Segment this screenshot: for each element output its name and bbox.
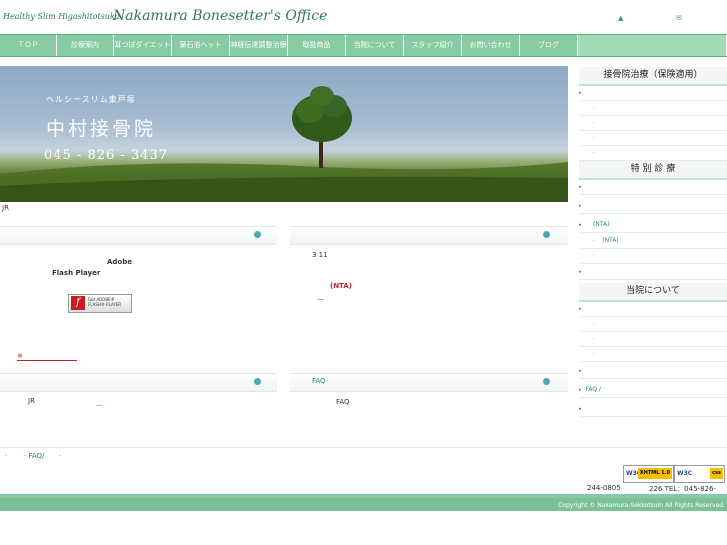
- mail-icon[interactable]: ✉: [676, 14, 682, 22]
- news-date: 3 11: [312, 251, 328, 259]
- w3c-css-badge[interactable]: W3C css: [674, 465, 725, 483]
- nav-ear-diet[interactable]: 耳つぼダイエット: [114, 35, 172, 56]
- sidebar-item[interactable]: ▸: [579, 301, 727, 317]
- flash-text-adobe: Adobe: [107, 258, 132, 266]
- sidebar-item[interactable]: ·: [579, 100, 727, 116]
- hero-tel: 045 - 826 - 3437: [44, 148, 169, 163]
- box-header-faq: FAQ: [290, 373, 568, 392]
- sidebar-nta-label: (NTA): [592, 221, 610, 228]
- nav-top[interactable]: ＴＯＰ: [0, 35, 57, 56]
- sidebar-heading-insurance: 接骨院治療（保険適用）: [579, 67, 727, 86]
- sidebar-item[interactable]: ▸: [579, 198, 727, 214]
- copyright: Copyright © Nakamura-Sekkotsuin All Righ…: [558, 502, 725, 509]
- footer-link[interactable]: ·: [5, 452, 7, 460]
- sidebar-item[interactable]: ▸: [579, 401, 727, 417]
- nav-about[interactable]: 当院について: [346, 35, 404, 56]
- footer-link[interactable]: ·: [59, 452, 61, 460]
- arrow-icon[interactable]: [543, 378, 550, 385]
- arrow-icon[interactable]: [254, 378, 261, 385]
- sidebar-item[interactable]: ·: [579, 248, 727, 264]
- news-nta[interactable]: (NTA): [330, 282, 352, 290]
- w3c-logo-text: W3C: [677, 470, 693, 477]
- sidebar-faq-label: FAQ /: [585, 386, 601, 393]
- nav-nerve-treatment[interactable]: 神経伝達調整治療: [230, 35, 288, 56]
- box-header-access: [0, 373, 277, 392]
- sitemap-icon[interactable]: ▲: [618, 14, 623, 22]
- sidebar-item[interactable]: ·: [579, 346, 727, 362]
- brand-tagline: Healthy Slim Higashitotsuka: [3, 12, 120, 21]
- w3c-xhtml-badge[interactable]: W3C XHTML 1.0: [623, 465, 674, 483]
- arrow-icon[interactable]: [543, 231, 550, 238]
- sidebar-item[interactable]: ▸: [579, 363, 727, 379]
- sidebar-subitem-nta[interactable]: · (NTA): [579, 233, 727, 249]
- sidebar-item[interactable]: ·: [579, 130, 727, 146]
- access-link[interactable]: —: [96, 401, 103, 409]
- sidebar-item[interactable]: ·: [579, 115, 727, 131]
- arrow-icon[interactable]: [254, 231, 261, 238]
- nav-stone-bath[interactable]: 薬石浴ヘット: [172, 35, 230, 56]
- flash-text-player: Flash Player: [52, 269, 101, 277]
- sidebar-subitem-nta-label: (NTA): [602, 237, 619, 244]
- box-header-news: [290, 226, 568, 245]
- nav-blog[interactable]: ブログ: [520, 35, 578, 56]
- hero-subtitle: ヘルシースリム東戸塚: [46, 95, 136, 104]
- nav-staff[interactable]: スタッフ紹介: [404, 35, 462, 56]
- footer-link-faq[interactable]: · FAQ/: [24, 452, 44, 460]
- hero-caption: JR: [2, 204, 9, 212]
- w3c-css-tag: css: [710, 468, 723, 479]
- note-mark: ※: [17, 352, 23, 360]
- hero-image: ヘルシースリム東戸塚 中村接骨院 045 - 826 - 3437: [0, 66, 568, 202]
- flash-badge-line2: FLASH® PLAYER: [88, 302, 122, 307]
- nav-guide[interactable]: 診療案内: [57, 35, 114, 56]
- flash-badge-text: Get ADOBE® FLASH® PLAYER: [88, 297, 121, 307]
- sidebar-item[interactable]: ·: [579, 316, 727, 332]
- hero-title: 中村接骨院: [46, 118, 157, 140]
- site-logo-title[interactable]: Nakamura Bonesetter's Office: [113, 8, 327, 24]
- faq-box-title: FAQ: [312, 377, 326, 385]
- footer-postal: 244-0805: [587, 484, 621, 492]
- nav-spacer: [578, 35, 727, 56]
- sidebar-heading-special: 特 別 診 療: [579, 161, 727, 180]
- nav-contact[interactable]: お問い合わせ: [462, 35, 520, 56]
- sidebar-item-faq[interactable]: ▸ FAQ /: [579, 382, 727, 398]
- note-link[interactable]: ※: [17, 352, 77, 361]
- box-header-flash: [0, 226, 277, 245]
- footer-divider: [0, 447, 727, 448]
- sidebar-item-nta[interactable]: ▸ (NTA): [579, 217, 727, 233]
- get-flash-button[interactable]: f Get ADOBE® FLASH® PLAYER: [68, 294, 132, 313]
- global-nav: ＴＯＰ 診療案内 耳つぼダイエット 薬石浴ヘット 神経伝達調整治療 取扱商品 当…: [0, 34, 727, 57]
- sidebar-item[interactable]: ▸: [579, 85, 727, 101]
- sidebar-item[interactable]: ▸: [579, 264, 727, 280]
- flash-icon: f: [71, 296, 85, 310]
- news-link[interactable]: —: [317, 295, 324, 303]
- nav-products[interactable]: 取扱商品: [288, 35, 346, 56]
- sidebar-item[interactable]: ·: [579, 145, 727, 161]
- faq-text: FAQ: [336, 398, 350, 406]
- sidebar-heading-about: 当院について: [579, 283, 727, 302]
- w3c-xhtml-tag: XHTML 1.0: [637, 468, 672, 479]
- access-jr: JR: [28, 397, 35, 405]
- sidebar-item[interactable]: ·: [579, 331, 727, 347]
- sidebar-item[interactable]: ▸: [579, 179, 727, 195]
